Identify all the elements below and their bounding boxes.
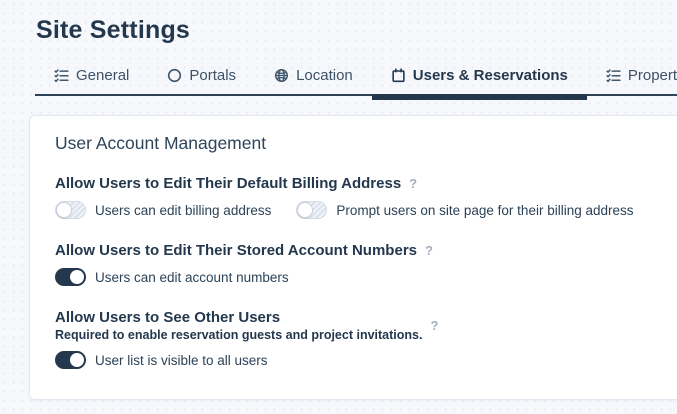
tab-users-reservations[interactable]: Users & Reservations bbox=[372, 67, 587, 94]
section-billing-address: Allow Users to Edit Their Default Billin… bbox=[55, 175, 677, 219]
toggle-user-list-visible[interactable] bbox=[55, 351, 86, 369]
tab-label: Users & Reservations bbox=[413, 67, 568, 84]
section-heading: Allow Users to Edit Their Default Billin… bbox=[55, 175, 401, 192]
toggle-label: Users can edit account numbers bbox=[95, 270, 289, 285]
toggle-label: Users can edit billing address bbox=[95, 203, 271, 218]
list-check-icon bbox=[54, 68, 69, 83]
toggle-users-edit-account-numbers[interactable] bbox=[55, 268, 86, 286]
user-account-management-card: User Account Management Allow Users to E… bbox=[29, 115, 677, 400]
card-title: User Account Management bbox=[55, 133, 677, 154]
toggle-label: User list is visible to all users bbox=[95, 353, 268, 368]
toggle-knob bbox=[56, 202, 72, 218]
page-title: Site Settings bbox=[36, 16, 677, 45]
circle-icon bbox=[167, 68, 182, 83]
globe-icon bbox=[274, 68, 289, 83]
tab-general[interactable]: General bbox=[35, 67, 148, 94]
section-account-numbers: Allow Users to Edit Their Stored Account… bbox=[55, 242, 677, 286]
tab-properties[interactable]: Properties bbox=[587, 67, 677, 94]
site-settings-page: Site Settings General Port bbox=[0, 0, 677, 414]
toggle-label: Prompt users on site page for their bill… bbox=[336, 203, 633, 218]
toggle-knob bbox=[70, 353, 84, 367]
toggle-users-edit-billing[interactable] bbox=[55, 201, 86, 219]
tab-label: Portals bbox=[189, 67, 236, 84]
calendar-icon bbox=[391, 68, 406, 83]
tab-label: General bbox=[76, 67, 129, 84]
tab-portals[interactable]: Portals bbox=[148, 67, 255, 94]
toggle-knob bbox=[70, 270, 84, 284]
tab-label: Location bbox=[296, 67, 353, 84]
list-check-icon bbox=[606, 68, 621, 83]
toggle-prompt-billing[interactable] bbox=[296, 201, 327, 219]
toggle-knob bbox=[297, 202, 313, 218]
help-icon[interactable]: ? bbox=[430, 318, 438, 333]
section-note: Required to enable reservation guests an… bbox=[55, 328, 422, 342]
settings-tabbar: General Portals Location bbox=[35, 67, 677, 96]
section-heading: Allow Users to See Other Users bbox=[55, 309, 422, 326]
tab-label: Properties bbox=[628, 67, 677, 84]
section-see-other-users: Allow Users to See Other Users Required … bbox=[55, 309, 677, 369]
help-icon[interactable]: ? bbox=[409, 176, 417, 191]
section-heading: Allow Users to Edit Their Stored Account… bbox=[55, 242, 417, 259]
tab-location[interactable]: Location bbox=[255, 67, 372, 94]
help-icon[interactable]: ? bbox=[425, 243, 433, 258]
section-heading-block: Allow Users to See Other Users Required … bbox=[55, 309, 422, 342]
